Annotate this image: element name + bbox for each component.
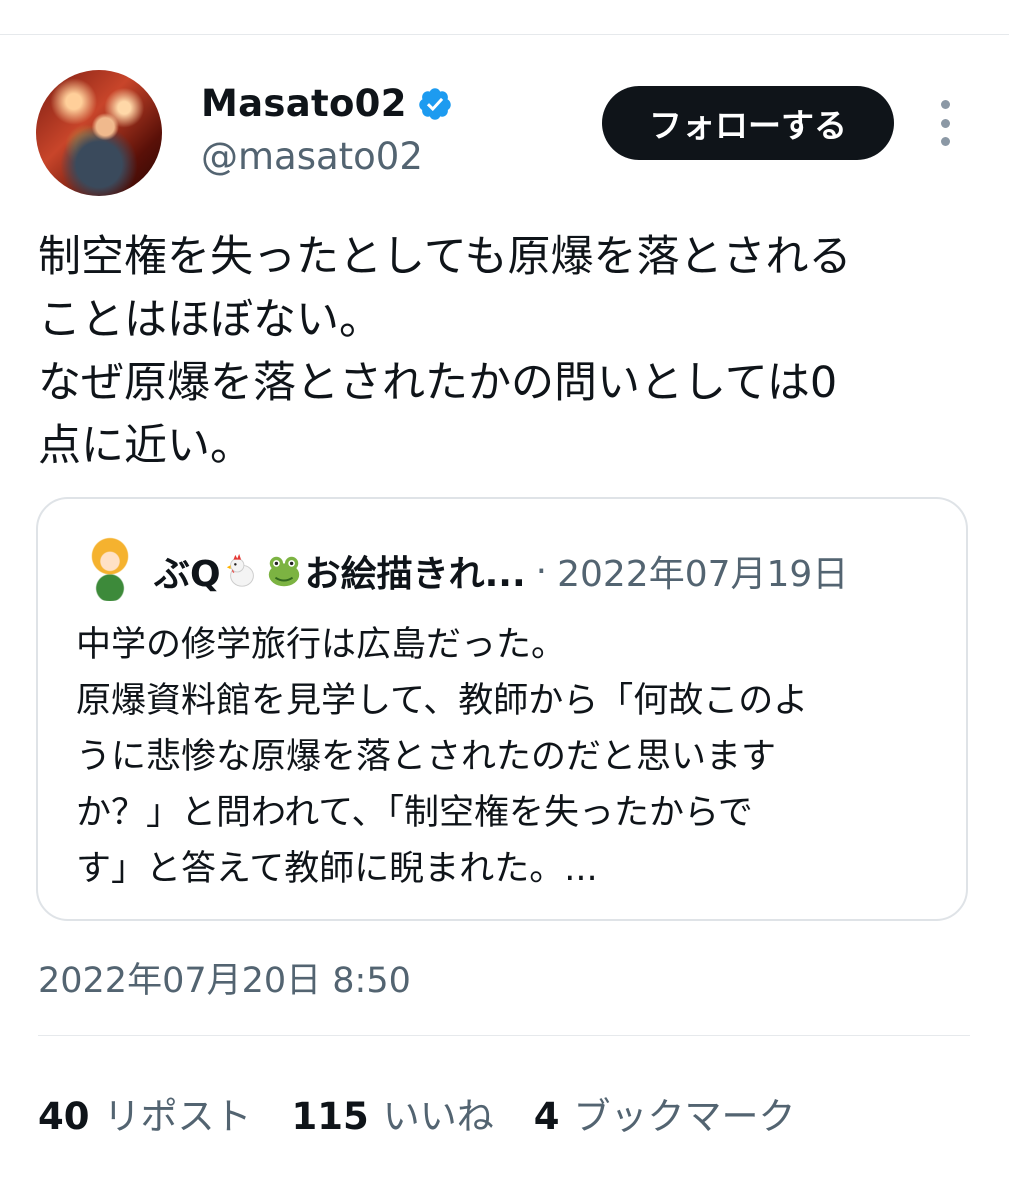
reposts-label[interactable]: リポスト [104,1086,252,1140]
quote-text: 中学の修学旅行は広島だった。 原爆資料館を見学して、教師から「何故このよ うに悲… [76,625,809,889]
frog-icon [268,556,299,587]
chicken-icon [226,553,254,587]
display-name-text: Masato02 [201,82,407,125]
quote-separator: · [535,550,548,592]
quote-author-name-part1: ぶQ [154,554,221,595]
bookmarks-count[interactable]: 4 [534,1095,560,1138]
quote-author-name-part2: お絵描きれ... [304,554,526,595]
author-display-name[interactable]: Masato02 [201,82,453,125]
tweet-text: 制空権を失ったとしても原爆を落とされる ことはほぼない。 なぜ原爆を落とされたか… [38,232,852,471]
author-handle[interactable]: @masato02 [201,135,423,178]
engagement-stats: 40 リポスト 115 いいね 4 ブックマーク [38,1086,835,1140]
quote-header: ぶQ お絵描きれ... · 2022年07月19日 [154,545,848,597]
likes-label[interactable]: いいね [383,1086,494,1140]
more-options-icon[interactable] [933,100,957,146]
quote-date: 2022年07月19日 [557,554,849,595]
quote-author-avatar [78,537,142,601]
top-divider [0,34,1009,35]
reposts-count[interactable]: 40 [38,1095,90,1138]
verified-badge-icon [419,87,451,120]
bookmarks-label[interactable]: ブックマーク [573,1086,795,1140]
follow-button[interactable]: フォローする [602,86,894,160]
author-avatar[interactable] [36,70,162,196]
likes-count[interactable]: 115 [292,1095,369,1138]
quoted-tweet-card[interactable]: ぶQ お絵描きれ... · 2022年07月19日 中学の修学旅行は広島だった。… [36,497,968,921]
bottom-divider [38,1035,970,1036]
tweet-timestamp[interactable]: 2022年07月20日 8:50 [38,952,411,1003]
